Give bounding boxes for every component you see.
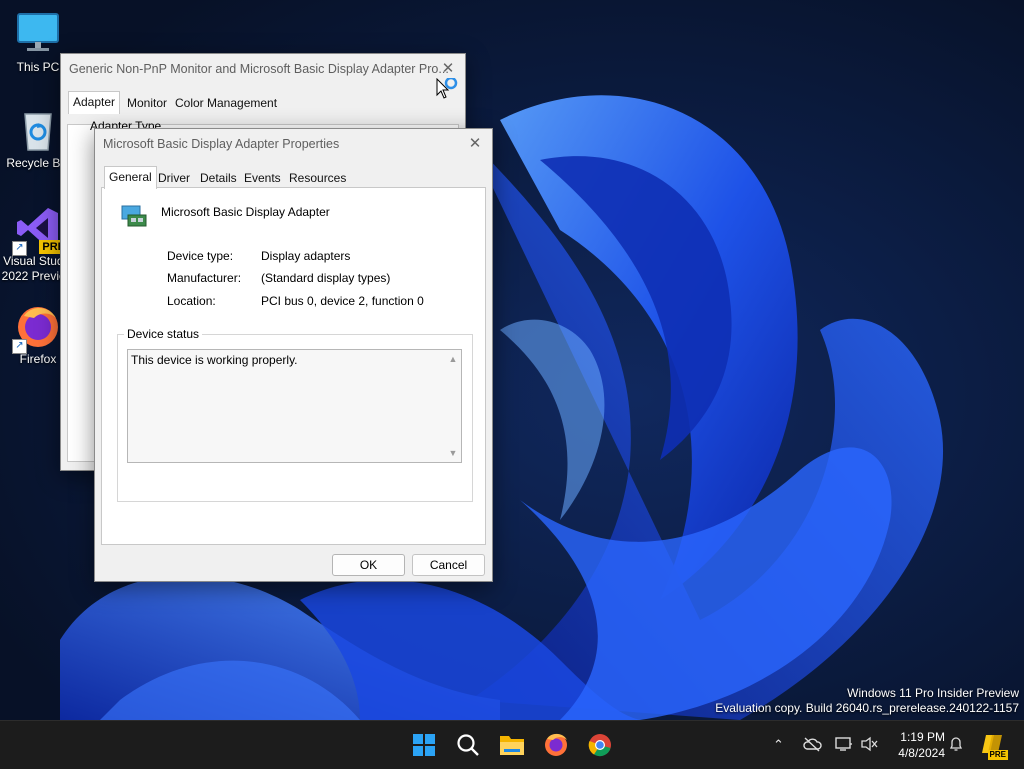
- tab-adapter[interactable]: Adapter: [68, 91, 121, 114]
- property-value: (Standard display types): [261, 271, 391, 285]
- visual-studio-icon: PRE ↗: [12, 204, 68, 256]
- property-label: Device type:: [167, 249, 234, 263]
- window-title: Generic Non-PnP Monitor and Microsoft Ba…: [69, 62, 449, 76]
- copilot-preview-badge: PRE: [987, 750, 1008, 760]
- tab-driver[interactable]: Driver: [154, 169, 194, 188]
- watermark-build: Evaluation copy. Build 26040.rs_prerelea…: [715, 701, 1019, 715]
- evaluation-watermark: Windows 11 Pro Insider Preview Evaluatio…: [715, 686, 1019, 716]
- property-label: Manufacturer:: [167, 271, 242, 285]
- notification-bell-icon[interactable]: [948, 736, 964, 758]
- property-value: PCI bus 0, device 2, function 0: [261, 294, 424, 308]
- device-status-text: This device is working properly.: [131, 353, 298, 367]
- clock-date: 4/8/2024: [898, 746, 945, 760]
- monitor-icon: [14, 10, 62, 58]
- general-tab-panel: Microsoft Basic Display Adapter Device t…: [101, 187, 486, 545]
- cancel-button[interactable]: Cancel: [412, 554, 485, 576]
- firefox-icon: ↗: [12, 302, 62, 354]
- network-icon[interactable]: [835, 736, 853, 758]
- taskbar: ⌃ 1:19 PM 4/8/2024 PRE: [0, 720, 1024, 769]
- tab-strip: General Driver Details Events Resources: [104, 166, 484, 189]
- scroll-up-icon[interactable]: ▲: [448, 354, 458, 364]
- adapter-properties-dialog[interactable]: Microsoft Basic Display Adapter Properti…: [94, 128, 493, 582]
- tab-monitor[interactable]: Monitor: [123, 94, 171, 113]
- scroll-down-icon[interactable]: ▼: [448, 448, 458, 458]
- onedrive-icon[interactable]: [802, 736, 822, 758]
- tab-color-management[interactable]: Color Management: [171, 94, 281, 113]
- start-icon[interactable]: [407, 729, 441, 761]
- tab-general[interactable]: General: [104, 166, 157, 189]
- recycle-bin-icon: [14, 106, 62, 154]
- shortcut-arrow-icon: ↗: [12, 339, 27, 354]
- device-status-group: Device status This device is working pro…: [117, 327, 473, 502]
- property-label: Location:: [167, 294, 216, 308]
- dialog-title: Microsoft Basic Display Adapter Properti…: [103, 137, 340, 151]
- tab-resources[interactable]: Resources: [285, 169, 350, 188]
- volume-muted-icon[interactable]: [860, 736, 878, 758]
- display-adapter-icon: [120, 203, 148, 231]
- system-clock[interactable]: 1:19 PM 4/8/2024: [885, 729, 945, 761]
- ok-button[interactable]: OK: [332, 554, 405, 576]
- tab-events[interactable]: Events: [240, 169, 285, 188]
- busy-cursor: [436, 76, 460, 104]
- chevron-up-icon[interactable]: ⌃: [773, 735, 784, 755]
- device-name: Microsoft Basic Display Adapter: [161, 205, 330, 219]
- property-value: Display adapters: [261, 249, 351, 263]
- close-icon[interactable]: ✕: [458, 129, 492, 159]
- chrome-icon[interactable]: [583, 729, 617, 761]
- shortcut-arrow-icon: ↗: [12, 241, 27, 256]
- tab-strip: Adapter Monitor Color Management: [68, 91, 448, 114]
- search-icon[interactable]: [451, 729, 485, 761]
- device-status-label: Device status: [124, 327, 203, 341]
- device-status-textbox[interactable]: This device is working properly. ▲ ▼: [127, 349, 462, 463]
- tab-details[interactable]: Details: [196, 169, 241, 188]
- firefox-taskbar-icon[interactable]: [539, 729, 573, 761]
- watermark-edition: Windows 11 Pro Insider Preview: [847, 686, 1019, 700]
- copilot-icon[interactable]: PRE: [980, 732, 1008, 760]
- file-explorer-icon[interactable]: [495, 729, 529, 761]
- clock-time: 1:19 PM: [900, 730, 945, 744]
